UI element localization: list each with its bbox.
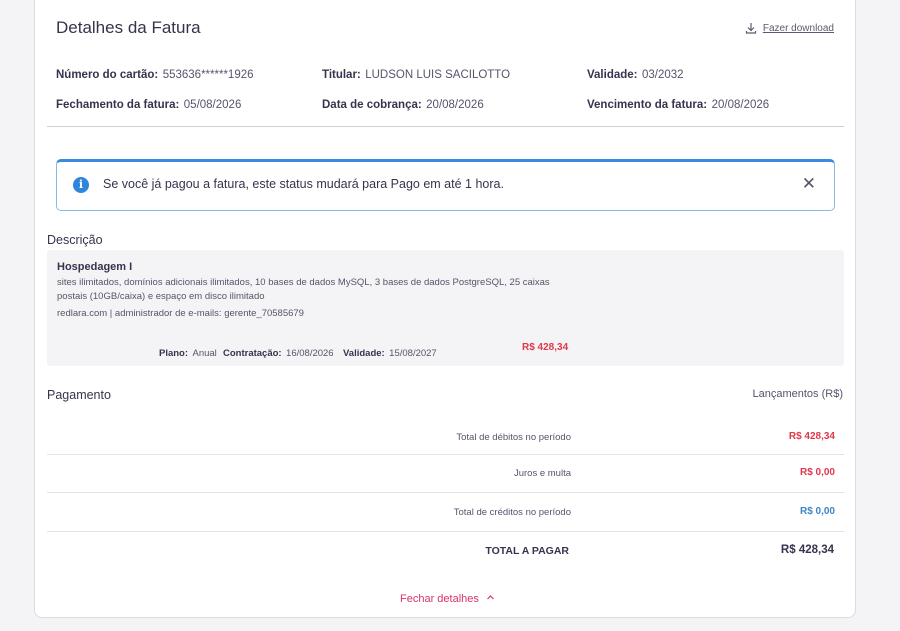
description-item: Hospedagem I sites ilimitados, domínios …	[47, 250, 844, 366]
download-label: Fazer download	[762, 22, 834, 34]
holder-info: Titular: LUDSON LUIS SACILOTTO	[322, 65, 510, 83]
item-price: R$ 428,34	[522, 342, 569, 353]
payment-status-alert: i Se você já pagou a fatura, este status…	[56, 159, 835, 211]
table-row: Total de débitos no período R$ 428,34	[47, 415, 844, 455]
credits-label: Total de créditos no período	[453, 507, 571, 518]
validity-value: 03/2032	[641, 69, 684, 81]
validity-info: Validade: 03/2032	[587, 65, 684, 83]
closing-label: Fechamento da fatura:	[56, 99, 180, 111]
holder-value: LUDSON LUIS SACILOTTO	[365, 69, 511, 81]
validity-label: Validade:	[587, 69, 638, 81]
entries-header: Lançamentos (R$)	[752, 388, 844, 400]
billing-info: Data de cobrança: 20/08/2026	[322, 95, 484, 113]
plan-label: Plano:	[159, 348, 189, 359]
item-domain: redlara.com | administrador de e-mails: …	[57, 308, 304, 319]
credits-value: R$ 0,00	[799, 506, 835, 517]
close-details-label: Fechar detalhes	[400, 593, 479, 605]
description-title: Descrição	[47, 233, 103, 247]
closing-value: 05/08/2026	[183, 99, 242, 111]
alert-text: Se você já pagou a fatura, este status m…	[103, 177, 504, 191]
table-row: Juros e multa R$ 0,00	[47, 454, 844, 493]
download-icon	[745, 23, 756, 34]
item-details: sites ilimitados, domínios adicionais il…	[57, 277, 550, 302]
debits-label: Total de débitos no período	[456, 432, 571, 443]
download-button[interactable]: Fazer download	[745, 22, 834, 34]
payment-title: Pagamento	[47, 388, 111, 402]
contract-value: 16/08/2026	[286, 348, 334, 359]
header-divider	[47, 126, 844, 127]
item-validity-label: Validade:	[343, 348, 385, 359]
interest-value: R$ 0,00	[799, 467, 835, 478]
card-number-value: 553636******1926	[162, 69, 254, 81]
due-label: Vencimento da fatura:	[587, 99, 708, 111]
info-icon: i	[73, 177, 89, 193]
contract-info: Contratação: 16/08/2026	[223, 343, 334, 361]
closing-info: Fechamento da fatura: 05/08/2026	[56, 95, 241, 113]
total-value: R$ 428,34	[780, 544, 834, 556]
interest-label: Juros e multa	[513, 468, 571, 479]
plan-info: Plano: Anual	[159, 343, 217, 361]
holder-label: Titular:	[322, 69, 361, 81]
contract-label: Contratação:	[223, 348, 282, 359]
item-name: Hospedagem I	[57, 261, 133, 273]
item-validity-value: 15/08/2027	[389, 348, 437, 359]
close-icon[interactable]: ✕	[802, 174, 816, 194]
close-details-button[interactable]: Fechar detalhes	[400, 593, 495, 605]
billing-value: 20/08/2026	[426, 99, 484, 111]
plan-value: Anual	[192, 348, 217, 359]
due-value: 20/08/2026	[711, 99, 770, 111]
table-row: Total de créditos no período R$ 0,00	[47, 492, 844, 532]
total-label: TOTAL A PAGAR	[485, 545, 569, 557]
invoice-details-card: Detalhes da Fatura Fazer download Número…	[34, 0, 856, 618]
card-number-label: Número do cartão:	[56, 69, 159, 81]
due-info: Vencimento da fatura: 20/08/2026	[587, 95, 769, 113]
page-title: Detalhes da Fatura	[56, 18, 201, 37]
billing-label: Data de cobrança:	[322, 99, 422, 111]
card-number-info: Número do cartão: 553636******1926	[56, 65, 254, 83]
item-validity-info: Validade: 15/08/2027	[343, 343, 437, 361]
chevron-up-icon	[486, 593, 495, 605]
debits-value: R$ 428,34	[788, 431, 835, 442]
